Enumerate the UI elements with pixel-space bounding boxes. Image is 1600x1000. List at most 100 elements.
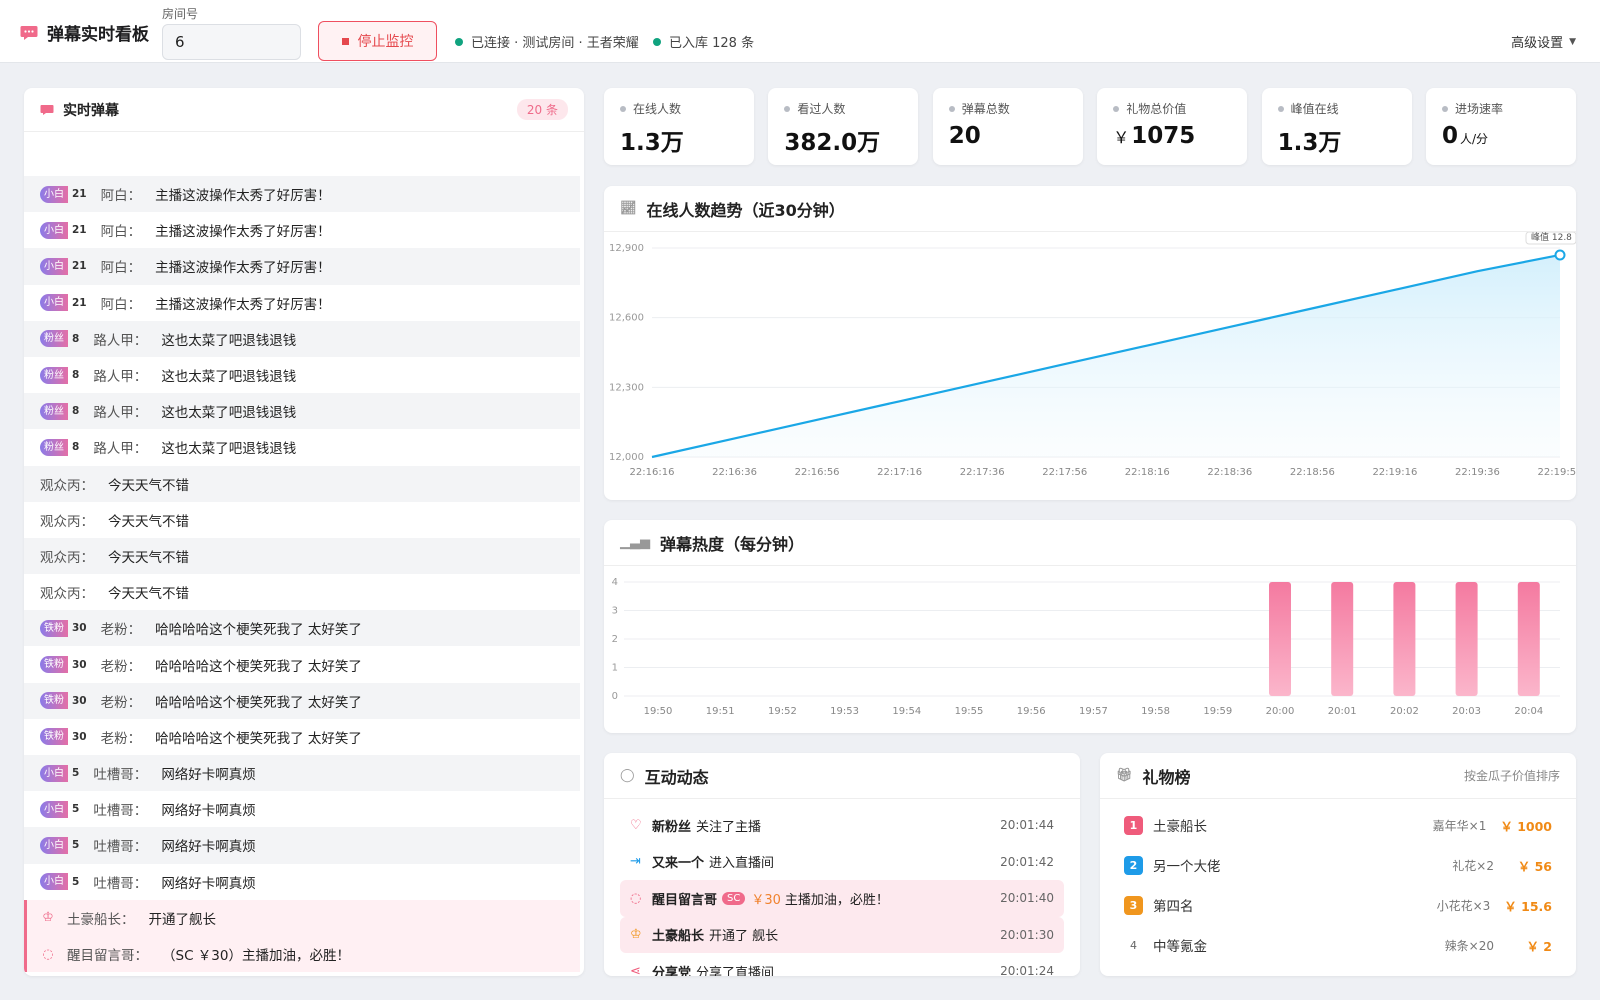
heat-bar[interactable] bbox=[1517, 582, 1540, 696]
danmu-row: 观众丙： 今天天气不错 bbox=[24, 574, 580, 610]
gift-user[interactable]: 第四名 bbox=[1153, 895, 1194, 915]
level-tag: 小白 bbox=[40, 836, 68, 854]
danmu-text: 哈哈哈哈这个梗笑死我了 太好笑了 bbox=[155, 694, 362, 711]
level-tag: 粉丝 bbox=[40, 438, 68, 456]
level-tag: 铁粉 bbox=[40, 692, 68, 710]
y-tick-label: 1 bbox=[612, 663, 618, 674]
level-number: 21 bbox=[72, 224, 87, 237]
level-number: 30 bbox=[72, 622, 87, 635]
stop-monitor-button[interactable]: 停止监控 bbox=[318, 21, 437, 61]
crown-icon: ♔ bbox=[630, 927, 642, 943]
heat-bar[interactable] bbox=[1455, 582, 1478, 696]
interaction-user[interactable]: 分享党 bbox=[652, 962, 691, 976]
danmu-user[interactable]: 阿白： bbox=[101, 220, 142, 240]
sc-badge: SC bbox=[722, 891, 746, 905]
danmu-user[interactable]: 观众丙： bbox=[40, 510, 94, 530]
dot-icon bbox=[620, 105, 626, 112]
danmu-heat-chart[interactable]: 0 1 2 3 4 19:50 19:51 19:52 19:53 19:54 19:55 19:56… bbox=[604, 566, 1576, 733]
x-tick-label: 19:50 bbox=[644, 706, 673, 717]
danmu-user[interactable]: 吐槽哥： bbox=[93, 872, 147, 892]
danmu-user[interactable]: 老粉： bbox=[101, 655, 142, 675]
gift-row[interactable]: 4 中等氪金 辣条×20 ￥ 2 bbox=[1116, 925, 1560, 965]
event-user[interactable]: 醒目留言哥： bbox=[67, 944, 148, 964]
danmu-user[interactable]: 老粉： bbox=[101, 727, 142, 747]
interaction-user[interactable]: 醒目留言哥 bbox=[652, 889, 717, 908]
level-tag: 小白 bbox=[40, 800, 68, 818]
danmu-row: 粉丝 8 路人甲： 这也太菜了吧退钱退钱 bbox=[24, 320, 580, 357]
heat-bar[interactable] bbox=[1393, 582, 1416, 696]
danmu-user[interactable]: 吐槽哥： bbox=[93, 763, 147, 783]
gift-row[interactable]: 5第五名棒棒糖×1￥ 1 bbox=[1116, 965, 1560, 976]
stat-label: 进场速率 bbox=[1442, 100, 1560, 117]
online-trend-header: 📈︎ 在线人数趋势（近30分钟） bbox=[604, 186, 1576, 232]
level-badge: 粉丝 8 bbox=[40, 330, 83, 348]
danmu-user[interactable]: 老粉： bbox=[101, 691, 142, 711]
interaction-row[interactable]: ♔ 土豪船长 开通了 舰长 20:01:30 bbox=[620, 916, 1064, 953]
y-tick-label: 12,000 bbox=[609, 452, 644, 463]
stat-value: 0 人/分 bbox=[1442, 123, 1489, 149]
interaction-row[interactable]: ♡ 新粉丝 关注了主播 20:01:44 bbox=[620, 807, 1064, 844]
danmu-list[interactable]: 小白 21 阿白： 主播这波操作太秀了好厉害！ 小白 21 阿白： 主播这波操作太秀了好厉害！… bbox=[24, 176, 580, 973]
gift-user[interactable]: 土豪船长 bbox=[1153, 815, 1207, 835]
interaction-user[interactable]: 新粉丝 bbox=[652, 816, 691, 835]
interaction-text: 开通了 舰长 bbox=[709, 929, 779, 945]
danmu-user[interactable]: 路人甲： bbox=[93, 365, 147, 385]
y-tick-label: 0 bbox=[612, 691, 618, 702]
interaction-panel: ◯ 互动动态 ♡ 新粉丝 关注了主播 20:01:44 ⇥ 又来一个 进入直播间 20:01:… bbox=[604, 753, 1080, 976]
chat-icon: ◌ bbox=[630, 890, 642, 906]
interaction-row[interactable]: ◌ 醒目留言哥 SC ￥30 主播加油，必胜！ 20:01:40 bbox=[620, 880, 1064, 917]
danmu-user[interactable]: 路人甲： bbox=[93, 437, 147, 457]
x-tick-label: 22:19:16 bbox=[1372, 467, 1417, 478]
danmu-user[interactable]: 观众丙： bbox=[40, 474, 94, 494]
danmu-user[interactable]: 老粉： bbox=[101, 618, 142, 638]
danmu-text: 这也太菜了吧退钱退钱 bbox=[161, 369, 297, 386]
level-badge: 铁粉 30 bbox=[40, 656, 91, 674]
danmu-user[interactable]: 阿白： bbox=[101, 184, 142, 204]
level-number: 5 bbox=[72, 767, 80, 780]
interaction-user[interactable]: 土豪船长 bbox=[652, 925, 704, 944]
online-trend-chart[interactable]: 12,000 12,300 12,600 12,900 22:16:16 22:16:36… bbox=[604, 231, 1582, 498]
danmu-user[interactable]: 路人甲： bbox=[93, 401, 147, 421]
danmu-user[interactable]: 路人甲： bbox=[93, 329, 147, 349]
heat-bar[interactable] bbox=[1269, 582, 1291, 696]
danmu-user[interactable]: 观众丙： bbox=[40, 582, 94, 602]
gift-user[interactable]: 中等氪金 bbox=[1153, 935, 1207, 955]
danmu-user[interactable]: 阿白： bbox=[101, 293, 142, 313]
danmu-user[interactable]: 吐槽哥： bbox=[93, 799, 147, 819]
status-dot-icon bbox=[653, 37, 661, 46]
gift-user[interactable]: 另一个大佬 bbox=[1153, 855, 1221, 875]
gift-user[interactable]: 第五名 bbox=[1153, 975, 1194, 976]
interaction-row[interactable]: ⋖ 分享党 分享了直播间 20:01:24 bbox=[620, 953, 1064, 976]
level-tag: 小白 bbox=[40, 873, 68, 891]
danmu-text: 今天天气不错 bbox=[108, 477, 189, 494]
gift-amount: ￥ 1000 bbox=[1500, 818, 1552, 834]
gift-row[interactable]: 3 第四名 小花花×3 ￥ 15.6 bbox=[1116, 885, 1560, 925]
danmu-user[interactable]: 观众丙： bbox=[40, 546, 94, 566]
advanced-settings-dropdown[interactable]: 高级设置 ▼ bbox=[1511, 32, 1576, 51]
gift-row[interactable]: 1 土豪船长 嘉年华×1 ￥ 1000 bbox=[1116, 805, 1560, 845]
level-badge: 铁粉 30 bbox=[40, 619, 91, 637]
danmu-user[interactable]: 吐槽哥： bbox=[93, 835, 147, 855]
peak-point[interactable] bbox=[1554, 249, 1566, 261]
stat-card: 峰值在线 1.3万 bbox=[1261, 88, 1412, 165]
interaction-row[interactable]: ⇥ 又来一个 进入直播间 20:01:42 bbox=[620, 844, 1064, 881]
heat-bar[interactable] bbox=[1331, 582, 1354, 696]
danmu-text: 网络好卡啊真烦 bbox=[161, 875, 256, 892]
room-input[interactable] bbox=[162, 24, 301, 60]
stat-card: 看过人数 382.0万 bbox=[768, 88, 919, 165]
danmu-title: 实时弹幕 bbox=[63, 102, 119, 119]
gift-row[interactable]: 2 另一个大佬 礼花×2 ￥ 56 bbox=[1116, 845, 1560, 885]
danmu-user[interactable]: 阿白： bbox=[101, 256, 142, 276]
event-user[interactable]: 土豪船长： bbox=[67, 908, 135, 928]
interaction-text: 进入直播间 bbox=[709, 856, 775, 872]
y-tick-label: 3 bbox=[612, 606, 618, 617]
level-tag: 小白 bbox=[40, 764, 68, 782]
gift-list[interactable]: 1 土豪船长 嘉年华×1 ￥ 1000 2 另一个大佬 礼花×2 ￥ 56 3 第四名 小花花×3 ￥… bbox=[1100, 799, 1576, 976]
interaction-user[interactable]: 又来一个 bbox=[652, 852, 704, 871]
level-tag: 小白 bbox=[40, 257, 68, 275]
danmu-text: 哈哈哈哈这个梗笑死我了 太好笑了 bbox=[155, 622, 362, 639]
x-tick-label: 22:16:36 bbox=[712, 467, 757, 478]
interaction-list[interactable]: ♡ 新粉丝 关注了主播 20:01:44 ⇥ 又来一个 进入直播间 20:01:42 ◌ 醒目留言… bbox=[604, 799, 1080, 976]
danmu-text: 今天天气不错 bbox=[108, 586, 189, 603]
danmu-text: 这也太菜了吧退钱退钱 bbox=[161, 441, 297, 458]
